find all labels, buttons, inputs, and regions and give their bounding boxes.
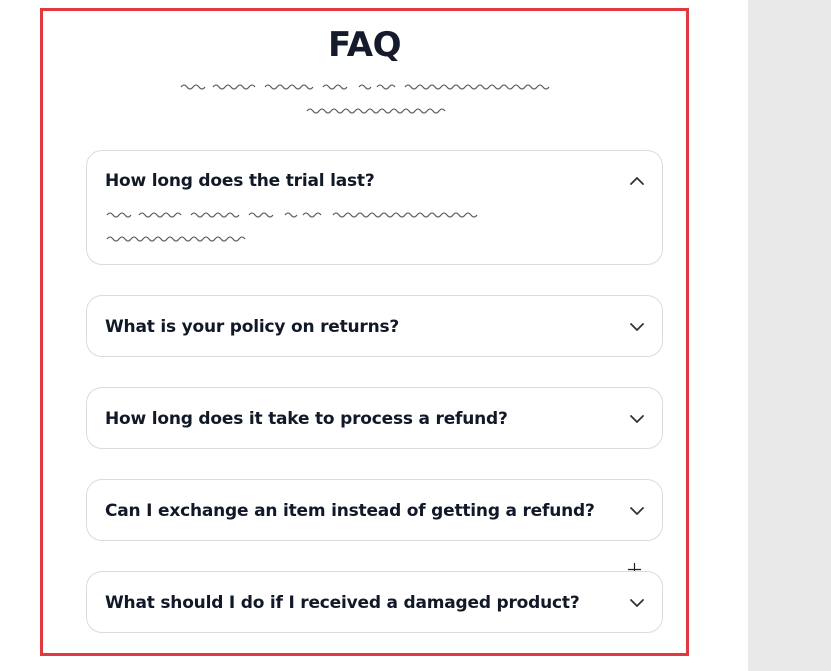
chevron-down-icon[interactable] <box>629 506 645 516</box>
page-canvas: FAQ How long does the trial last? What i… <box>0 0 831 671</box>
faq-section: FAQ How long does the trial last? What i… <box>40 8 689 656</box>
faq-item-refund-processing[interactable]: How long does it take to process a refun… <box>86 387 663 449</box>
faq-question: How long does the trial last? <box>105 171 375 191</box>
faq-question: What is your policy on returns? <box>105 317 400 337</box>
chevron-down-icon[interactable] <box>629 322 645 332</box>
chevron-up-icon[interactable] <box>629 176 645 186</box>
faq-question: What should I do if I received a damaged… <box>105 593 580 613</box>
subtitle-placeholder-line-1 <box>180 84 550 90</box>
faq-item-returns[interactable]: What is your policy on returns? <box>86 295 663 357</box>
faq-title: FAQ <box>327 25 402 65</box>
faq-item-trial[interactable]: How long does the trial last? <box>86 150 663 265</box>
faq-question: How long does it take to process a refun… <box>105 409 508 429</box>
subtitle-placeholder-line-2 <box>306 108 446 114</box>
faq-item-exchange[interactable]: Can I exchange an item instead of gettin… <box>86 479 663 541</box>
chevron-down-icon[interactable] <box>629 598 645 608</box>
side-panel <box>748 0 831 671</box>
faq-question: Can I exchange an item instead of gettin… <box>105 501 595 521</box>
chevron-down-icon[interactable] <box>629 414 645 424</box>
answer-placeholder-line-2 <box>106 236 246 242</box>
answer-placeholder-line-1 <box>106 212 478 218</box>
faq-item-damaged-product[interactable]: What should I do if I received a damaged… <box>86 571 663 633</box>
